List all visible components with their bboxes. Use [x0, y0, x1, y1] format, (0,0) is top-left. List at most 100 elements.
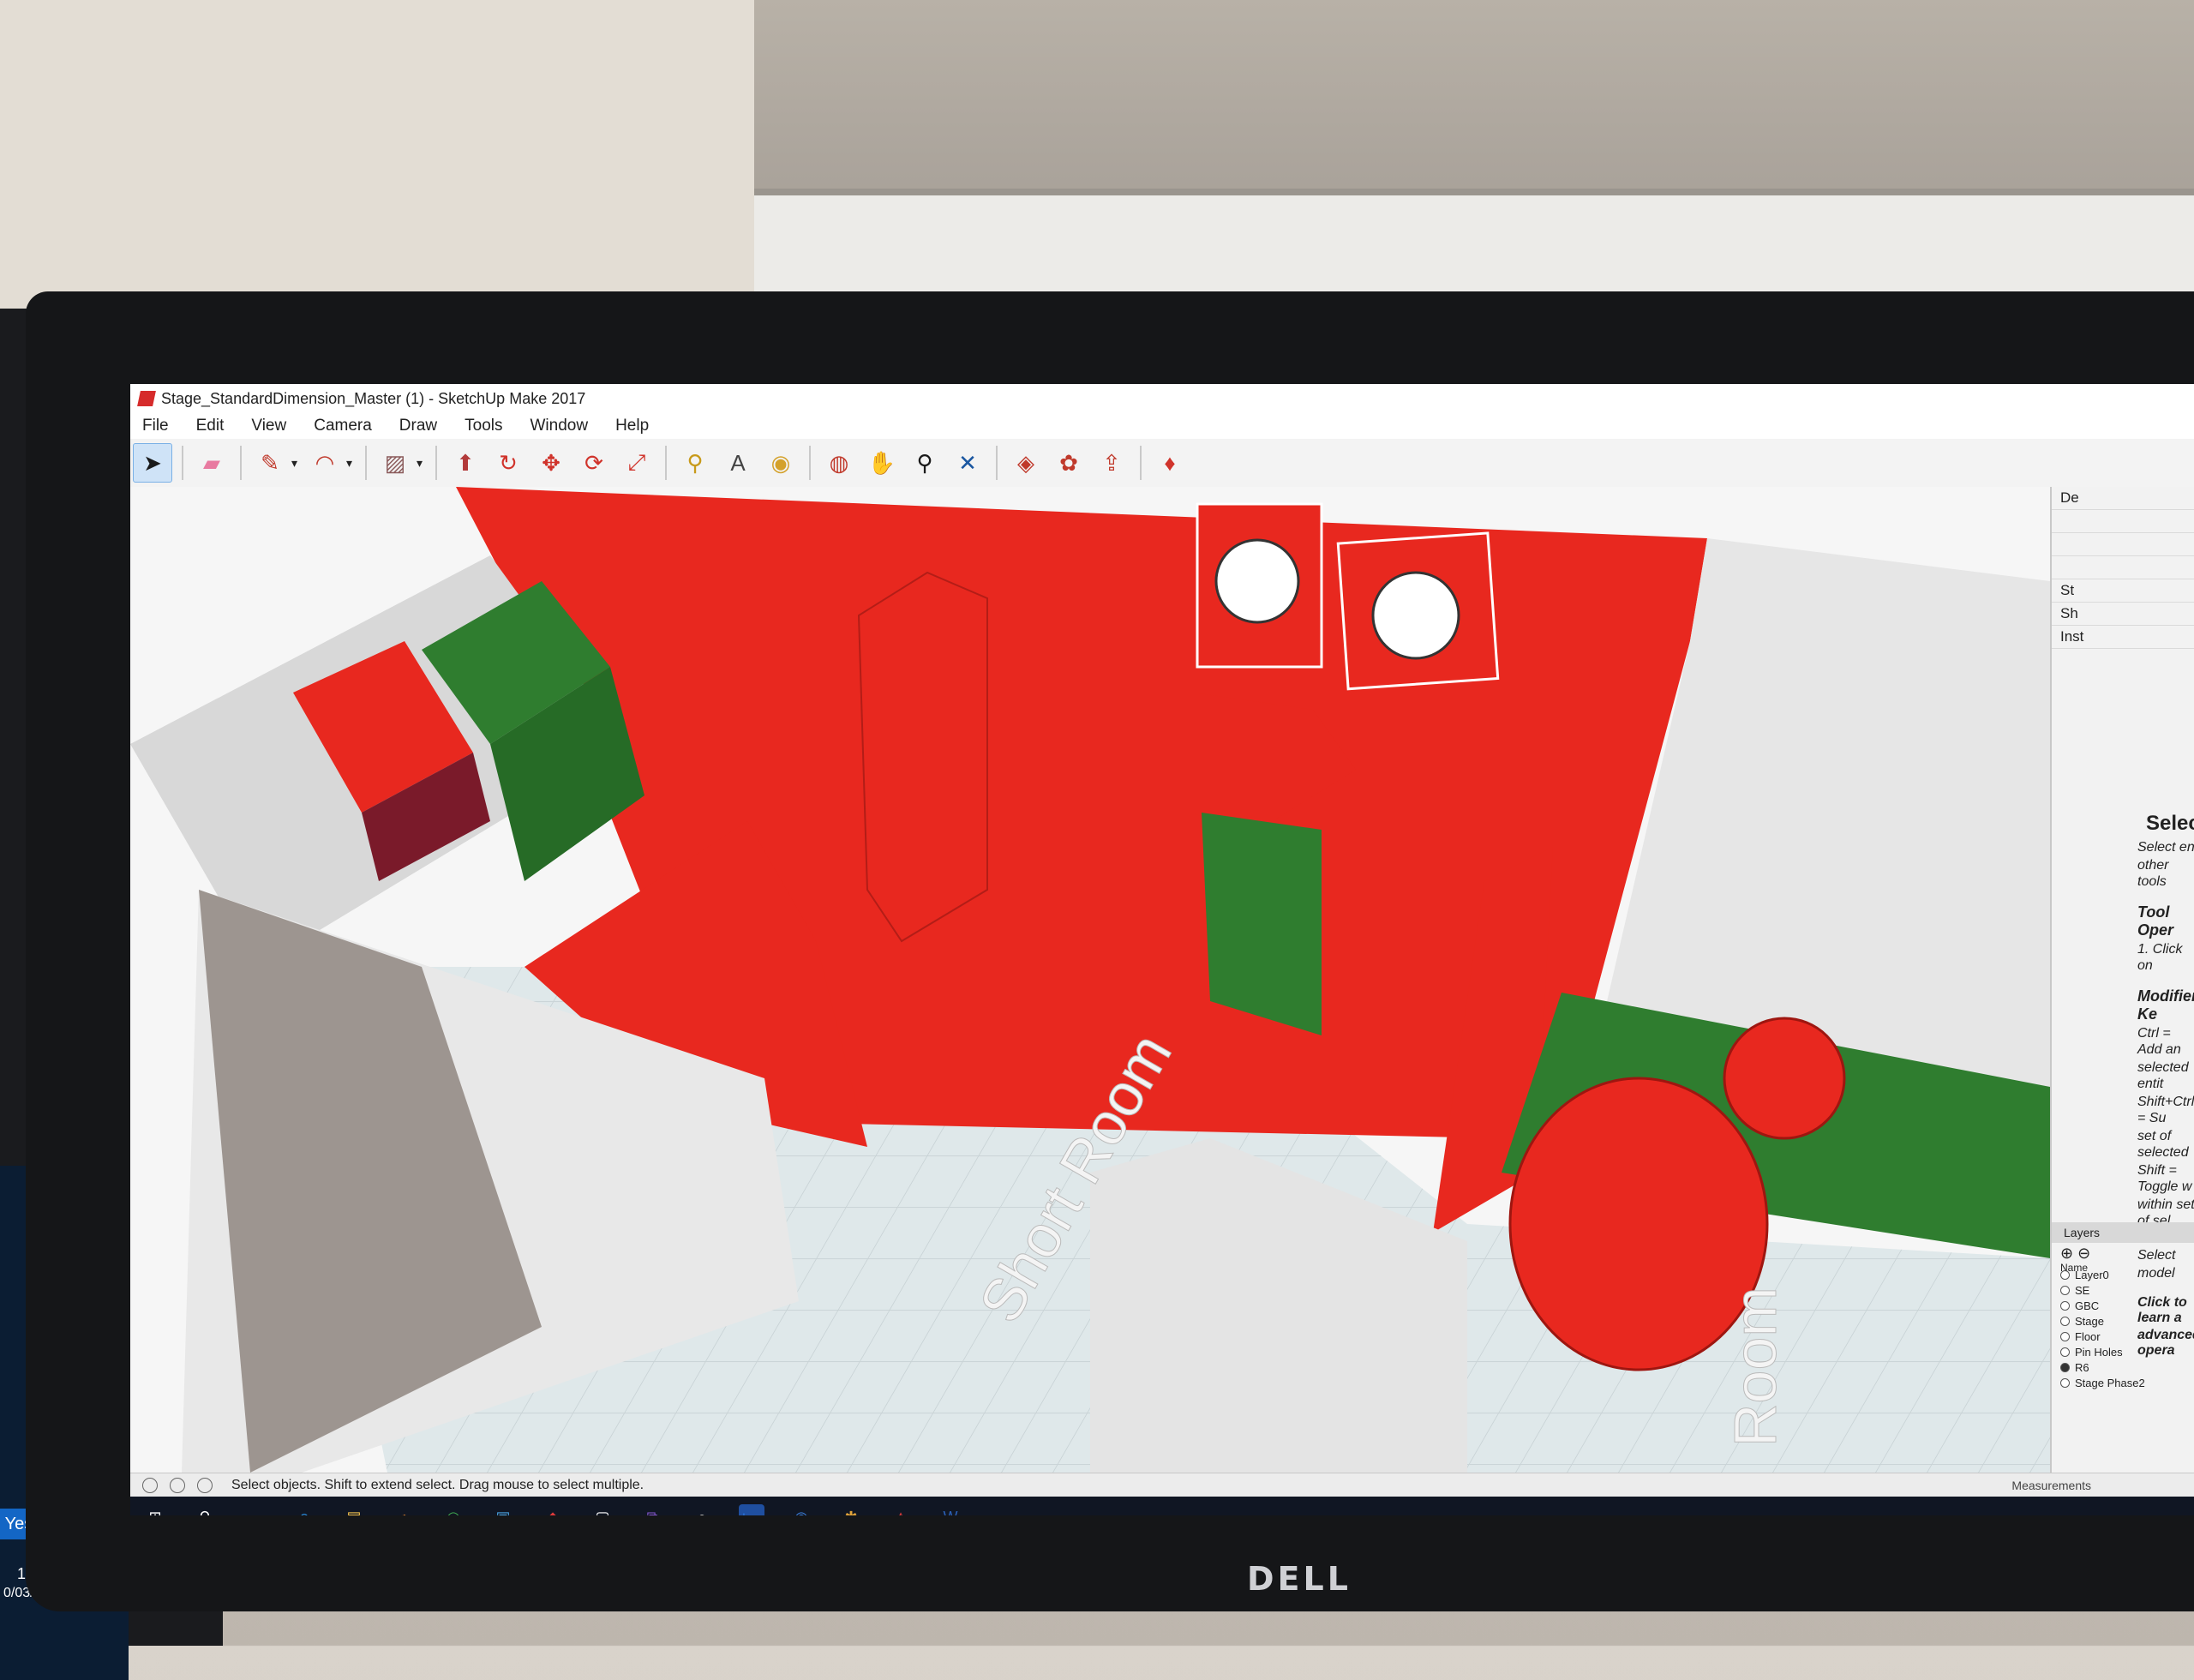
maps-icon[interactable]: ◉ — [788, 1504, 814, 1516]
toolbar-separator — [809, 446, 811, 480]
zoom-icon[interactable]: ⚲ — [906, 444, 944, 482]
robot-head — [1723, 1017, 1846, 1140]
menu-view[interactable]: View — [251, 417, 286, 435]
acrobat-icon[interactable]: ◭ — [888, 1504, 914, 1516]
user-icon[interactable] — [197, 1478, 213, 1493]
3d-warehouse-icon[interactable]: ◈ — [1007, 444, 1045, 482]
file-explorer-icon[interactable]: ▤ — [341, 1504, 367, 1516]
dropdown-caret-icon[interactable]: ▾ — [346, 456, 358, 471]
instructor-title: Select — [2146, 812, 2194, 835]
task-view-icon[interactable]: ▭ — [242, 1504, 267, 1516]
layer-name: Stage — [2075, 1314, 2104, 1328]
layer-row[interactable]: R6 — [2052, 1359, 2194, 1375]
tape-measure-icon[interactable]: ⚲ — [676, 444, 714, 482]
layer-active-radio[interactable] — [2060, 1316, 2070, 1326]
layer-name: Layer0 — [2075, 1268, 2109, 1281]
pan-hand-icon[interactable]: ✋ — [863, 444, 901, 482]
tray-section-instructor[interactable]: Inst — [2052, 626, 2194, 649]
model-viewport[interactable]: Short Room Room — [130, 487, 2050, 1473]
camera-app-icon[interactable]: ▢ — [590, 1504, 615, 1516]
zoom-extents-icon[interactable]: ✕ — [949, 444, 986, 482]
ruby-icon[interactable]: ♦ — [1151, 444, 1189, 482]
select-arrow-icon[interactable]: ➤ — [133, 443, 172, 483]
menu-help[interactable]: Help — [615, 417, 649, 435]
layer-name: Stage Phase2 — [2075, 1376, 2145, 1389]
menu-draw[interactable]: Draw — [399, 417, 437, 435]
menu-tools[interactable]: Tools — [465, 417, 502, 435]
add-layer-icon[interactable]: ⊕ ⊖ — [2060, 1245, 2090, 1263]
tray-section-styles[interactable]: St — [2052, 579, 2194, 603]
obs-icon[interactable]: ● — [689, 1504, 715, 1516]
layer-row[interactable]: Floor — [2052, 1329, 2194, 1344]
measurements-label: Measurements — [2011, 1479, 2091, 1492]
tray-section-shadows[interactable]: Sh — [2052, 603, 2194, 626]
office-wall — [0, 0, 763, 326]
move-icon[interactable]: ✥ — [532, 444, 570, 482]
shape-rectangle-icon[interactable]: ▨ — [376, 444, 414, 482]
eraser-icon[interactable]: ▰ — [193, 444, 231, 482]
menu-file[interactable]: File — [142, 417, 169, 435]
menu-camera[interactable]: Camera — [314, 417, 372, 435]
dropdown-caret-icon[interactable]: ▾ — [291, 456, 303, 471]
text-icon[interactable]: A — [719, 444, 757, 482]
push-pull-icon[interactable]: ⬆ — [447, 444, 484, 482]
modifier-line: Shift+Ctrl = Su — [2137, 1095, 2194, 1125]
layer-row[interactable]: SE — [2052, 1282, 2194, 1298]
pencil-line-icon[interactable]: ✎ — [251, 444, 289, 482]
visual-studio-icon[interactable]: ⧉ — [639, 1504, 665, 1516]
geo-location-icon[interactable] — [142, 1478, 158, 1493]
layer-name: Floor — [2075, 1329, 2101, 1343]
slack-icon[interactable]: ✱ — [838, 1504, 864, 1516]
layer-active-radio[interactable] — [2060, 1331, 2070, 1341]
app-blue-icon[interactable]: ▣ — [490, 1504, 516, 1516]
title-bar: Stage_StandardDimension_Master (1) - Ske… — [130, 384, 2194, 413]
edge-icon[interactable]: e — [291, 1504, 317, 1516]
orbit-icon[interactable]: ◍ — [820, 444, 858, 482]
layer-row[interactable]: GBC — [2052, 1298, 2194, 1313]
default-tray: De St Sh Inst Select Select en other too… — [2050, 487, 2194, 1473]
word-icon[interactable]: W — [938, 1504, 963, 1516]
tray-section-2[interactable] — [2052, 533, 2194, 556]
layer-active-radio[interactable] — [2060, 1347, 2070, 1357]
monitor-screen: Stage_StandardDimension_Master (1) - Ske… — [130, 384, 2194, 1515]
tray-section-3[interactable] — [2052, 556, 2194, 579]
menu-window[interactable]: Window — [531, 417, 589, 435]
extension-warehouse-icon[interactable]: ✿ — [1050, 444, 1088, 482]
paint-bucket-icon[interactable]: ◉ — [762, 444, 800, 482]
share-model-icon[interactable]: ⇪ — [1093, 444, 1130, 482]
layer-active-radio[interactable] — [2060, 1300, 2070, 1311]
follow-me-icon[interactable]: ↻ — [489, 444, 527, 482]
layer-active-radio[interactable] — [2060, 1285, 2070, 1295]
tray-header[interactable]: De — [2052, 487, 2194, 510]
layer-active-radio[interactable] — [2060, 1362, 2070, 1372]
layers-list: Layer0 SE GBC Stage Floor Pin Holes R6 Stage Ph… — [2052, 1267, 2194, 1390]
toolbar-separator — [1140, 446, 1142, 480]
layer-active-radio[interactable] — [2060, 1377, 2070, 1388]
layer-row[interactable]: Stage Phase2 — [2052, 1375, 2194, 1390]
firefox-icon[interactable]: ◕ — [391, 1504, 417, 1516]
tray-section-1[interactable] — [2052, 510, 2194, 533]
fan-right — [1371, 571, 1460, 660]
arc-icon[interactable]: ◠ — [306, 444, 344, 482]
rotate-icon[interactable]: ⟳ — [575, 444, 613, 482]
menu-bar: File Edit View Camera Draw Tools Window … — [130, 413, 2194, 439]
credits-icon[interactable] — [170, 1478, 185, 1493]
layer-active-radio[interactable] — [2060, 1269, 2070, 1280]
tool-operations-text: 1. Click on — [2137, 942, 2183, 973]
layer-row[interactable]: Pin Holes — [2052, 1344, 2194, 1359]
box-icon[interactable]: box — [739, 1504, 764, 1515]
layer-row[interactable]: Stage — [2052, 1313, 2194, 1329]
modifier-line: Ctrl = Add an — [2137, 1026, 2181, 1057]
search-icon[interactable]: ⚲ — [192, 1504, 218, 1516]
dropdown-caret-icon[interactable]: ▾ — [417, 456, 429, 471]
scale-icon[interactable]: ⤢ — [618, 444, 656, 482]
modifier-line: Shift = Toggle w — [2137, 1163, 2192, 1194]
menu-edit[interactable]: Edit — [196, 417, 225, 435]
sketchup-icon[interactable]: ◆ — [540, 1504, 566, 1516]
chrome-icon[interactable]: ◎ — [441, 1504, 466, 1516]
layers-panel-header[interactable]: Layers — [2052, 1222, 2194, 1243]
instructor-desc-1: Select en — [2137, 840, 2194, 855]
windows-start-icon[interactable]: ⊞ — [142, 1504, 168, 1516]
modifier-line: selected entit — [2137, 1060, 2189, 1091]
layer-row[interactable]: Layer0 — [2052, 1267, 2194, 1282]
